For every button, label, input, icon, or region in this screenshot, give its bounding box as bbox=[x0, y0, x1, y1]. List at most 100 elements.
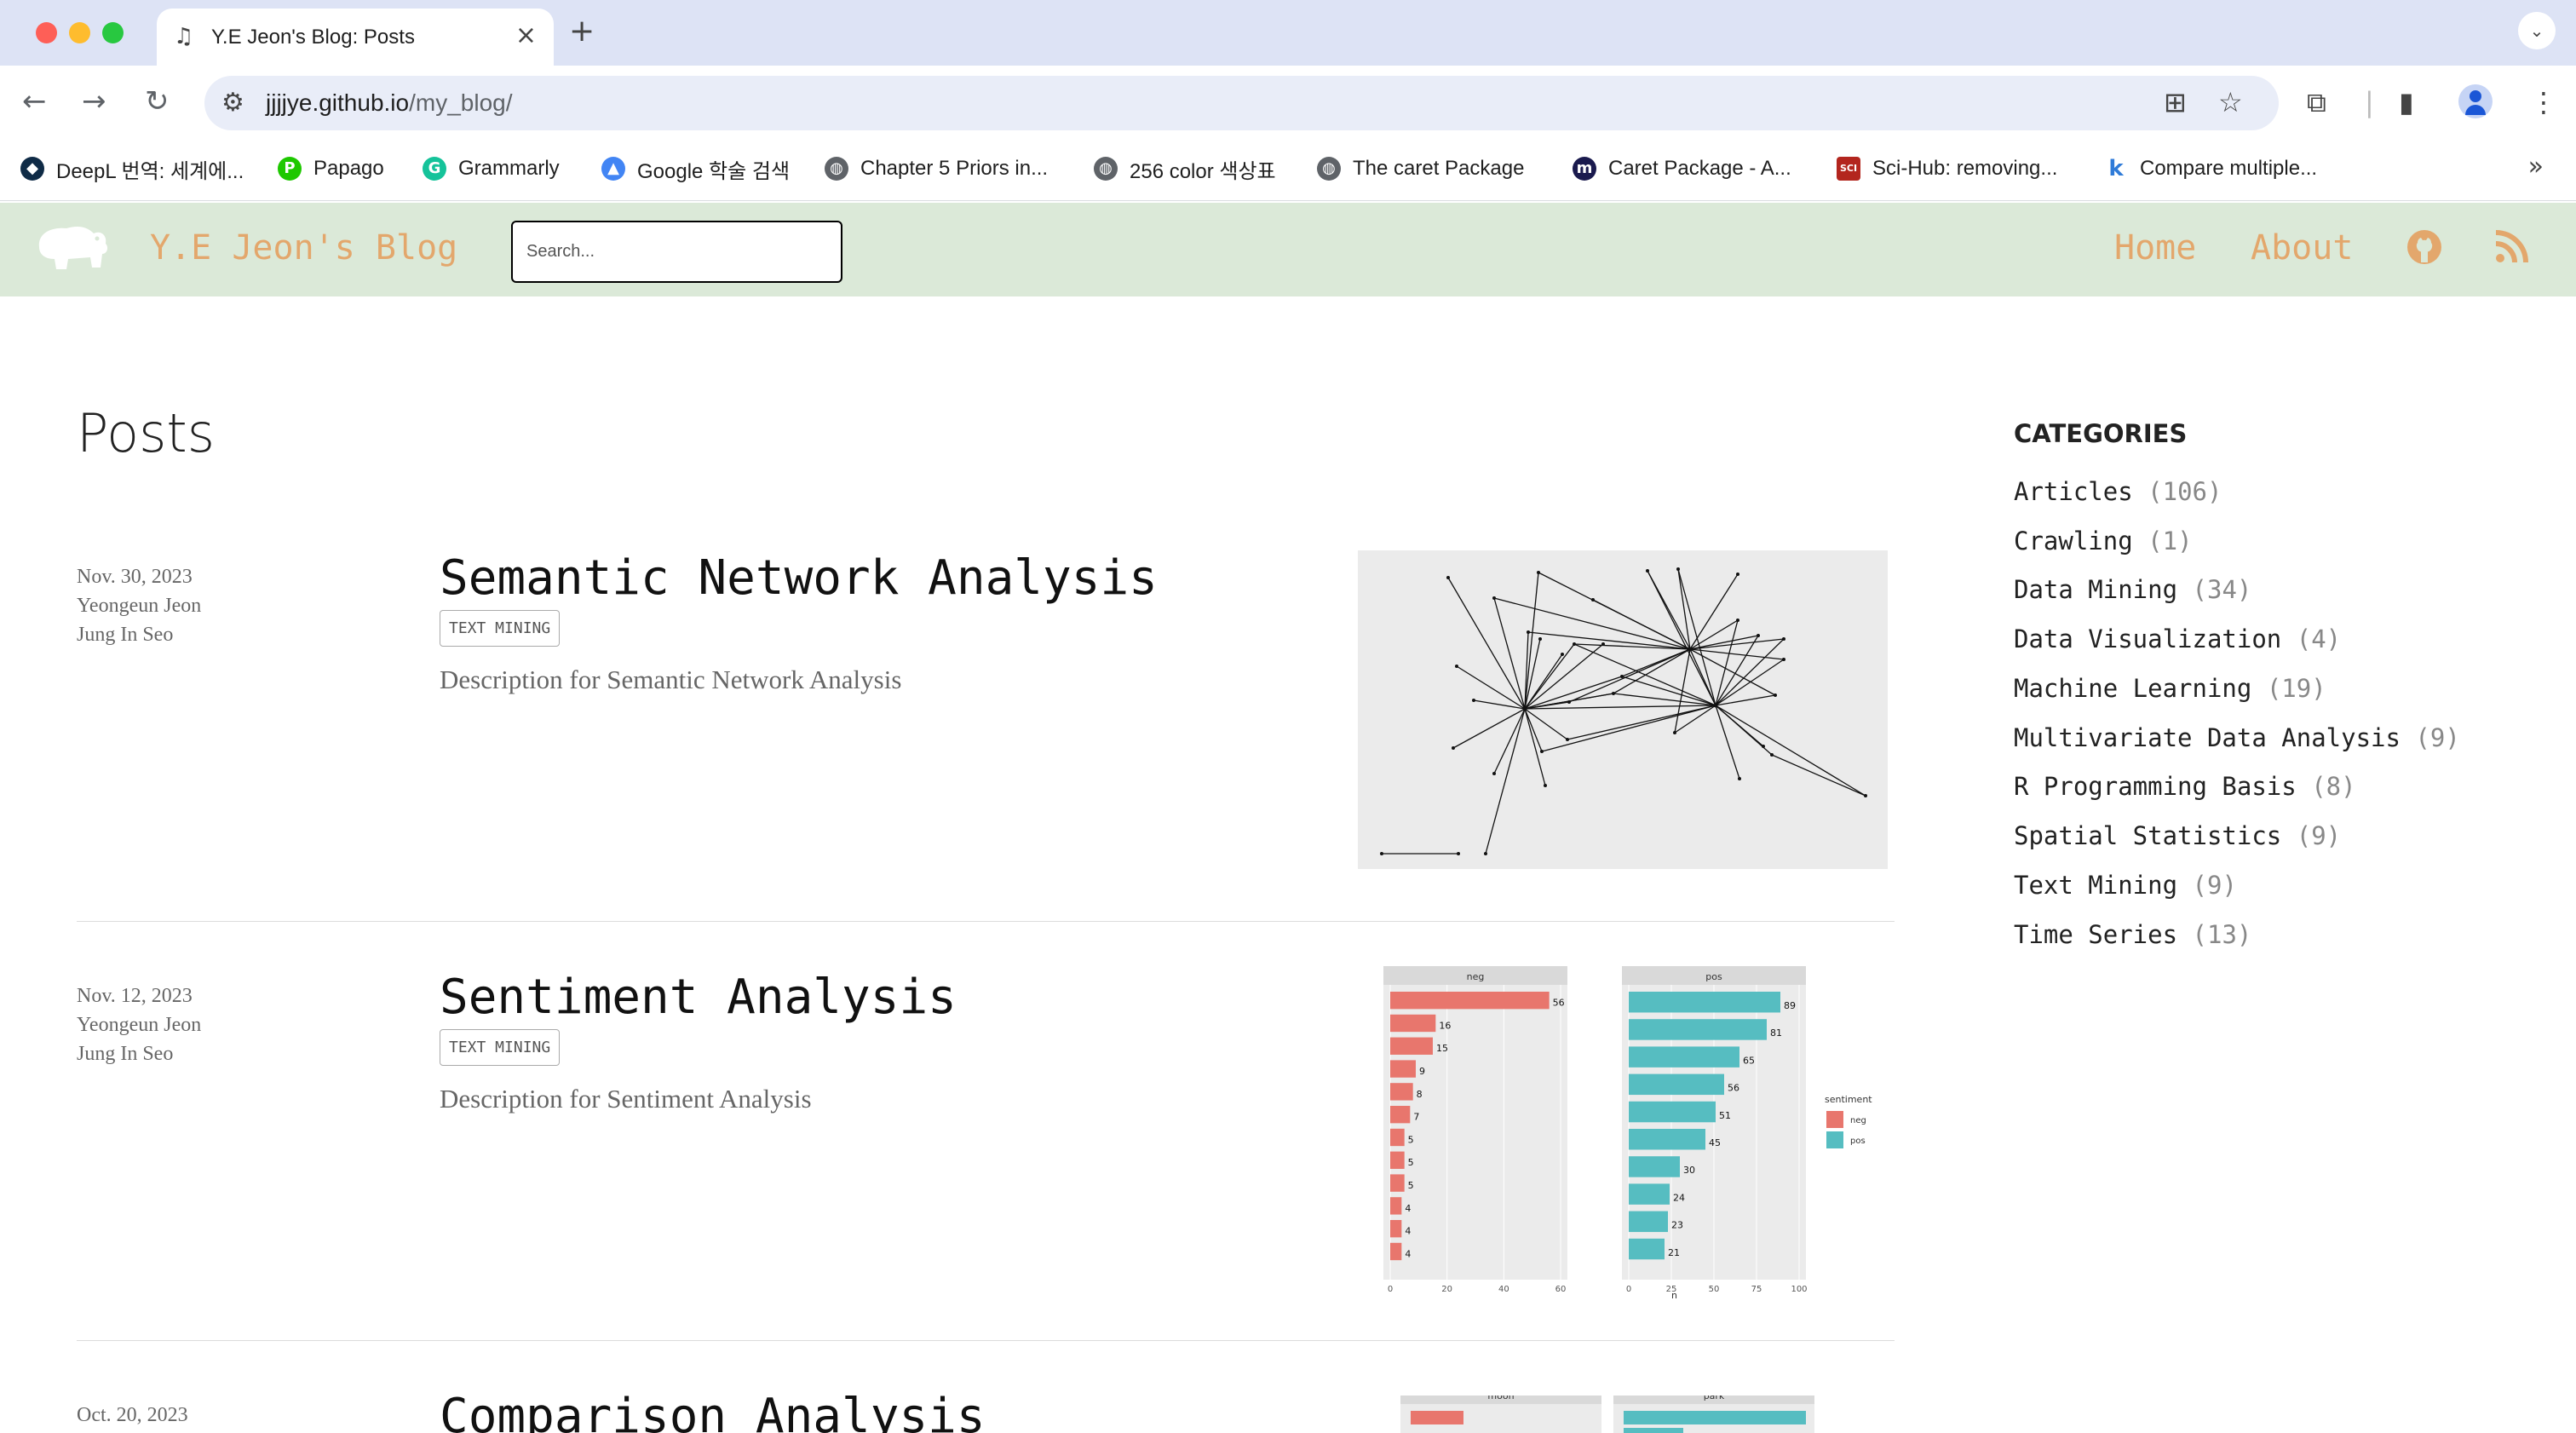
back-button[interactable]: ← bbox=[22, 84, 47, 118]
new-tab-button[interactable]: + bbox=[569, 14, 595, 49]
neg-bar-value-label: 4 bbox=[1405, 1203, 1411, 1214]
bookmark-google-scholar[interactable]: ▲ Google 학술 검색 bbox=[601, 153, 790, 184]
side-panel-icon[interactable]: ▮ bbox=[2399, 86, 2414, 118]
pos-bar-value-label: 23 bbox=[1671, 1220, 1683, 1231]
more-bookmarks-icon[interactable]: » bbox=[2528, 152, 2544, 181]
pos-bar-value-label: 45 bbox=[1709, 1137, 1721, 1148]
category-link[interactable]: Data Visualization (4) bbox=[2014, 624, 2341, 653]
search-input[interactable] bbox=[511, 221, 842, 283]
bookmark-label: Chapter 5 Priors in... bbox=[860, 157, 1049, 180]
site-info-icon[interactable]: ⚙ bbox=[221, 88, 244, 118]
post-thumbnail-comparison[interactable]: moon park bbox=[1366, 1396, 1895, 1433]
globe-icon: ◍ bbox=[1094, 157, 1118, 181]
post-tag[interactable]: TEXT MINING bbox=[440, 610, 561, 647]
neg-bar bbox=[1390, 1106, 1411, 1124]
hippo-logo-icon[interactable] bbox=[34, 218, 111, 274]
bookmark-scihub[interactable]: SCI Sci-Hub: removing... bbox=[1837, 153, 2057, 184]
bookmark-compare-multiple[interactable]: k Compare multiple... bbox=[2104, 153, 2317, 184]
legend-pos-label: pos bbox=[1850, 1137, 1866, 1146]
forward-button[interactable]: → bbox=[82, 84, 106, 118]
pos-bar bbox=[1629, 1156, 1680, 1177]
neg-tick-label: 20 bbox=[1441, 1285, 1452, 1294]
bookmark-papago[interactable]: P Papago bbox=[278, 153, 384, 184]
bookmark-caret-package[interactable]: ◍ The caret Package bbox=[1317, 153, 1524, 184]
reload-button[interactable]: ↻ bbox=[145, 84, 170, 118]
neg-bar-value-label: 5 bbox=[1408, 1134, 1414, 1145]
bookmark-caret-medium[interactable]: m Caret Package - A... bbox=[1573, 153, 1791, 184]
site-title[interactable]: Y.E Jeon's Blog bbox=[150, 228, 457, 268]
post-title[interactable]: Sentiment Analysis bbox=[440, 970, 957, 1025]
translate-icon[interactable]: ⊞ bbox=[2164, 86, 2187, 118]
pos-tick-label: 0 bbox=[1626, 1285, 1631, 1294]
page-title: Posts bbox=[77, 402, 216, 464]
tab-close-icon[interactable]: × bbox=[515, 20, 537, 50]
neg-bar-value-label: 16 bbox=[1439, 1020, 1451, 1031]
neg-bar-value-label: 4 bbox=[1405, 1248, 1411, 1259]
pos-bar-value-label: 81 bbox=[1770, 1027, 1782, 1039]
neg-tick-label: 60 bbox=[1555, 1285, 1567, 1294]
neg-bar bbox=[1390, 1151, 1405, 1169]
pos-bar bbox=[1629, 1183, 1670, 1205]
pos-bar-value-label: 30 bbox=[1683, 1165, 1695, 1176]
extensions-icon[interactable]: ⧉ bbox=[2307, 86, 2326, 119]
post-title[interactable]: Semantic Network Analysis bbox=[440, 550, 1158, 606]
post-description: Description for Sentiment Analysis bbox=[440, 1084, 812, 1114]
legend-neg-label: neg bbox=[1850, 1116, 1866, 1125]
neg-bar bbox=[1390, 1242, 1402, 1261]
neg-bar bbox=[1390, 1014, 1436, 1033]
browser-menu-icon[interactable]: ⋮ bbox=[2530, 86, 2557, 118]
browser-toolbar: ← → ↻ ⚙ jjjjye.github.io/my_blog/ ⊞ ☆ ⧉ … bbox=[0, 66, 2576, 136]
neg-bar-value-label: 56 bbox=[1553, 998, 1565, 1009]
pos-bar bbox=[1629, 1129, 1705, 1150]
url-text[interactable]: jjjjye.github.io/my_blog/ bbox=[266, 89, 513, 117]
neg-bar bbox=[1390, 1060, 1416, 1078]
post-title[interactable]: Comparison Analysis bbox=[440, 1396, 986, 1433]
post-date: Nov. 30, 2023 bbox=[77, 566, 193, 588]
window-minimize-button[interactable] bbox=[69, 22, 90, 43]
bookmark-deepl[interactable]: ◆ DeepL 번역: 세계에... bbox=[20, 153, 244, 184]
category-link[interactable]: Time Series (13) bbox=[2014, 920, 2251, 949]
post-item[interactable]: Nov. 12, 2023 Yeongeun Jeon Jung In Seo … bbox=[77, 966, 1895, 1396]
address-bar[interactable]: ⚙ jjjjye.github.io/my_blog/ ⊞ ☆ bbox=[204, 76, 2279, 130]
post-thumbnail-network[interactable] bbox=[1358, 550, 1888, 869]
post-tag[interactable]: TEXT MINING bbox=[440, 1029, 561, 1066]
category-link[interactable]: Text Mining (9) bbox=[2014, 871, 2237, 900]
papago-icon: P bbox=[278, 157, 302, 181]
pos-bar-value-label: 65 bbox=[1743, 1055, 1755, 1066]
category-link[interactable]: Crawling (1) bbox=[2014, 527, 2193, 555]
category-link[interactable]: Spatial Statistics (9) bbox=[2014, 821, 2341, 850]
bookmark-chapter5[interactable]: ◍ Chapter 5 Priors in... bbox=[825, 153, 1048, 184]
category-link[interactable]: R Programming Basis (8) bbox=[2014, 772, 2356, 801]
category-link[interactable]: Machine Learning (19) bbox=[2014, 674, 2326, 703]
bookmark-grammarly[interactable]: G Grammarly bbox=[423, 153, 560, 184]
pos-bar bbox=[1629, 1211, 1668, 1233]
category-link[interactable]: Multivariate Data Analysis (9) bbox=[2014, 723, 2460, 752]
post-date: Oct. 20, 2023 bbox=[77, 1404, 188, 1426]
post-item[interactable]: Oct. 20, 2023 Comparison Analysis moon p… bbox=[77, 1396, 1895, 1433]
bookmark-256-color[interactable]: ◍ 256 color 색상표 bbox=[1094, 153, 1276, 184]
nav-about-link[interactable]: About bbox=[2251, 228, 2353, 268]
category-link[interactable]: Articles (106) bbox=[2014, 477, 2222, 506]
bookmark-label: DeepL 번역: 세계에... bbox=[56, 159, 244, 183]
window-zoom-button[interactable] bbox=[102, 22, 124, 43]
post-author: Jung In Seo bbox=[77, 624, 174, 646]
pos-bar bbox=[1629, 1019, 1767, 1040]
pos-bar-value-label: 89 bbox=[1784, 1000, 1796, 1011]
neg-bar-value-label: 9 bbox=[1419, 1066, 1425, 1077]
tab-search-button[interactable]: ⌄ bbox=[2518, 12, 2556, 49]
browser-tab[interactable]: ♫ Y.E Jeon's Blog: Posts × bbox=[157, 9, 554, 66]
globe-icon: ◍ bbox=[825, 157, 848, 181]
comparison-left-label: moon bbox=[1487, 1396, 1514, 1401]
bookmark-star-icon[interactable]: ☆ bbox=[2218, 86, 2243, 118]
browser-tab-strip: ♫ Y.E Jeon's Blog: Posts × + ⌄ bbox=[0, 0, 2576, 66]
post-item[interactable]: Nov. 30, 2023 Yeongeun Jeon Jung In Seo … bbox=[77, 550, 1895, 976]
github-icon[interactable] bbox=[2406, 228, 2443, 266]
neg-bar bbox=[1390, 1174, 1405, 1192]
nav-home-link[interactable]: Home bbox=[2114, 228, 2196, 268]
bookmark-label: 256 color 색상표 bbox=[1130, 159, 1276, 183]
rss-icon[interactable] bbox=[2493, 228, 2530, 266]
window-close-button[interactable] bbox=[36, 22, 57, 43]
category-link[interactable]: Data Mining (34) bbox=[2014, 575, 2251, 604]
profile-avatar[interactable] bbox=[2458, 84, 2493, 118]
post-thumbnail-sentiment[interactable]: neg pos 0 20 40 60561615987555444 0 25 50 75 10… bbox=[1346, 966, 1968, 1298]
